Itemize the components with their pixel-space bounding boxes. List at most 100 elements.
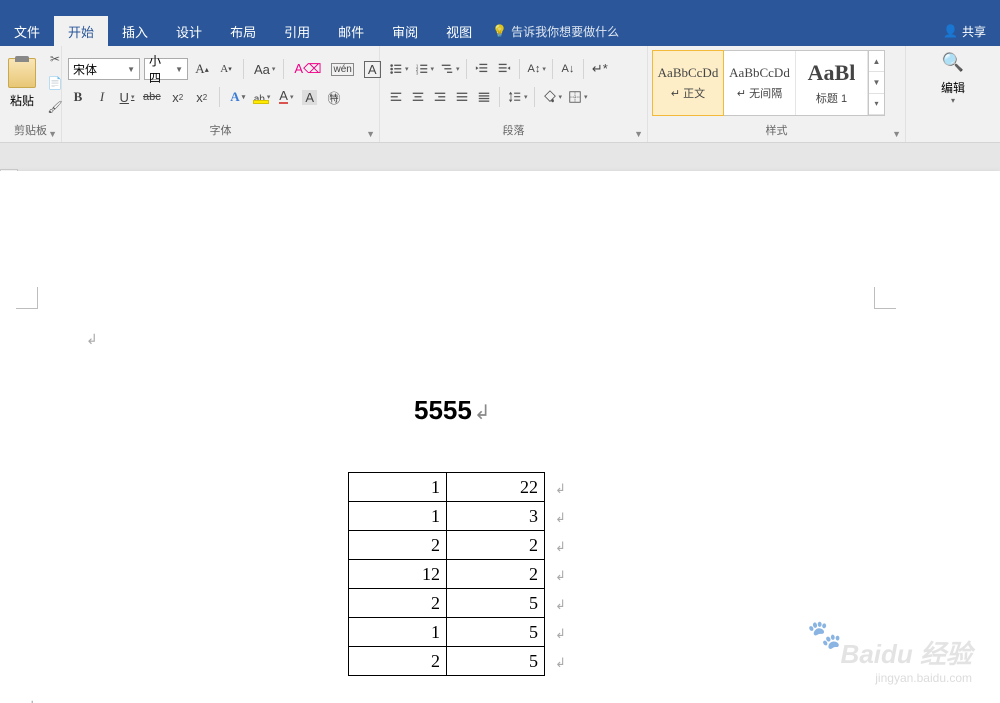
change-case-button[interactable]: Aa▾ xyxy=(251,58,276,80)
font-color-button[interactable]: A▾ xyxy=(275,86,295,108)
tab-references[interactable]: 引用 xyxy=(270,16,324,46)
tab-home[interactable]: 开始 xyxy=(54,16,108,46)
table-row[interactable]: 25↲ xyxy=(349,647,567,676)
font-name-combo[interactable]: 宋体▼ xyxy=(68,58,140,80)
justify-button[interactable] xyxy=(452,86,472,108)
tab-insert[interactable]: 插入 xyxy=(108,16,162,46)
shading-button[interactable]: ▾ xyxy=(540,86,564,108)
clear-format-button[interactable]: A⌫ xyxy=(291,58,324,80)
grow-font-button[interactable]: A▴ xyxy=(192,58,212,80)
table-cell[interactable]: 1 xyxy=(349,473,447,502)
paragraph-launcher[interactable]: ▼ xyxy=(634,129,643,139)
align-left-button[interactable] xyxy=(386,86,406,108)
style-expand[interactable]: ▾ xyxy=(869,94,884,115)
char-shading-button[interactable]: A xyxy=(299,86,320,108)
group-styles: AaBbCcDd ↵ 正文 AaBbCcDd ↵ 无间隔 AaBl 标题 1 ▲… xyxy=(648,46,906,142)
shrink-font-button[interactable]: A▾ xyxy=(216,58,236,80)
table-cell[interactable]: 2 xyxy=(349,647,447,676)
indent-right-button[interactable] xyxy=(494,58,514,80)
text-effects-button[interactable]: A▾ xyxy=(227,86,247,108)
tab-mailings[interactable]: 邮件 xyxy=(324,16,378,46)
sort-button[interactable]: A↓ xyxy=(558,58,578,80)
borders-button[interactable]: ▾ xyxy=(565,86,589,108)
table-row[interactable]: 15 ↲ xyxy=(349,618,567,647)
share-label: 共享 xyxy=(962,23,986,40)
paragraph-mark: ↲ xyxy=(549,626,566,641)
title-text[interactable]: 5555↲ xyxy=(414,395,567,426)
indent-left-button[interactable] xyxy=(472,58,492,80)
multilevel-button[interactable]: ▾ xyxy=(437,58,461,80)
style-heading1[interactable]: AaBl 标题 1 xyxy=(796,51,868,115)
title-value: 5555 xyxy=(414,395,472,425)
table-cell[interactable]: 5 xyxy=(447,618,545,647)
superscript-button[interactable]: x2 xyxy=(192,86,212,108)
table-cell[interactable]: 2 xyxy=(349,589,447,618)
data-table[interactable]: 122↲13↲22↲122↲25↲15↲25↲ xyxy=(348,472,567,676)
share-button[interactable]: 👤 共享 xyxy=(929,23,1000,40)
tab-design[interactable]: 设计 xyxy=(162,16,216,46)
tab-layout[interactable]: 布局 xyxy=(216,16,270,46)
font-launcher[interactable]: ▼ xyxy=(366,129,375,139)
chevron-down-icon: ▼ xyxy=(171,65,183,74)
table-cell[interactable]: 5 xyxy=(447,589,545,618)
highlight-button[interactable]: ab▾ xyxy=(251,86,272,108)
find-button[interactable]: 🔍 编辑 ▾ xyxy=(906,46,1000,111)
watermark-logo: Baidu 经验 xyxy=(841,634,972,671)
table-cell[interactable]: 2 xyxy=(349,531,447,560)
table-cell[interactable]: 3 xyxy=(447,502,545,531)
page[interactable]: ↲ 5555↲ 122↲13↲22↲122↲25↲15↲25↲ ↲ xyxy=(0,171,1000,703)
align-right-button[interactable] xyxy=(430,86,450,108)
table-cell[interactable]: 5 xyxy=(447,647,545,676)
clipboard-launcher[interactable]: ▼ xyxy=(48,129,57,139)
text-direction-button[interactable]: A↕▾ xyxy=(525,58,547,80)
edit-label: 编辑 xyxy=(941,79,965,96)
font-size-combo[interactable]: 小四▼ xyxy=(144,58,188,80)
show-marks-button[interactable]: ↵* xyxy=(589,58,611,80)
style-preview: AaBbCcDd xyxy=(658,65,719,81)
group-paragraph: ▾ 123▾ ▾ A↕▾ A↓ ↵* xyxy=(380,46,648,142)
underline-button[interactable]: U▾ xyxy=(116,86,136,108)
paste-button[interactable]: 粘贴 xyxy=(2,54,42,113)
style-scroll-down[interactable]: ▼ xyxy=(869,72,884,93)
table-row[interactable]: 25 ↲ xyxy=(349,589,567,618)
styles-gallery: AaBbCcDd ↵ 正文 AaBbCcDd ↵ 无间隔 AaBl 标题 1 ▲… xyxy=(652,50,885,116)
bold-button[interactable]: B xyxy=(68,86,88,108)
style-scroll-up[interactable]: ▲ xyxy=(869,51,884,72)
tell-me[interactable]: 💡 告诉我你想要做什么 xyxy=(492,23,619,40)
style-nospacing[interactable]: AaBbCcDd ↵ 无间隔 xyxy=(724,51,796,115)
table-cell[interactable]: 2 xyxy=(447,531,545,560)
paste-label: 粘贴 xyxy=(10,92,34,109)
table-row[interactable]: 122↲ xyxy=(349,560,567,589)
enclose-char-button[interactable]: ㊕ xyxy=(324,86,344,108)
tell-me-label: 告诉我你想要做什么 xyxy=(511,23,619,40)
styles-launcher[interactable]: ▼ xyxy=(892,129,901,139)
paragraph-mark: ↲ xyxy=(549,597,566,612)
style-name: ↵ 无间隔 xyxy=(737,85,782,101)
table-cell[interactable]: 1 xyxy=(349,502,447,531)
italic-button[interactable]: I xyxy=(92,86,112,108)
strike-button[interactable]: abc xyxy=(140,86,164,108)
table-cell[interactable]: 1 xyxy=(349,618,447,647)
bullets-button[interactable]: ▾ xyxy=(386,58,410,80)
clipboard-icon xyxy=(8,58,36,88)
subscript-button[interactable]: x2 xyxy=(168,86,188,108)
table-row[interactable]: 22↲ xyxy=(349,531,567,560)
line-spacing-button[interactable]: ▾ xyxy=(505,86,529,108)
style-name: ↵ 正文 xyxy=(671,85,705,101)
table-cell[interactable]: 22 xyxy=(447,473,545,502)
table-cell[interactable]: 12 xyxy=(349,560,447,589)
paragraph-mark: ↲ xyxy=(86,333,98,348)
align-center-button[interactable] xyxy=(408,86,428,108)
tab-view[interactable]: 视图 xyxy=(432,16,486,46)
font-size-value: 小四 xyxy=(149,52,171,86)
numbering-button[interactable]: 123▾ xyxy=(412,58,436,80)
phonetic-button[interactable]: wén xyxy=(328,58,356,80)
table-cell[interactable]: 2 xyxy=(447,560,545,589)
tab-file[interactable]: 文件 xyxy=(0,16,54,46)
style-normal[interactable]: AaBbCcDd ↵ 正文 xyxy=(652,50,724,116)
tab-review[interactable]: 审阅 xyxy=(378,16,432,46)
table-row[interactable]: 13↲ xyxy=(349,502,567,531)
distribute-button[interactable] xyxy=(474,86,494,108)
table-row[interactable]: 122↲ xyxy=(349,473,567,502)
user-icon: 👤 xyxy=(943,24,958,38)
